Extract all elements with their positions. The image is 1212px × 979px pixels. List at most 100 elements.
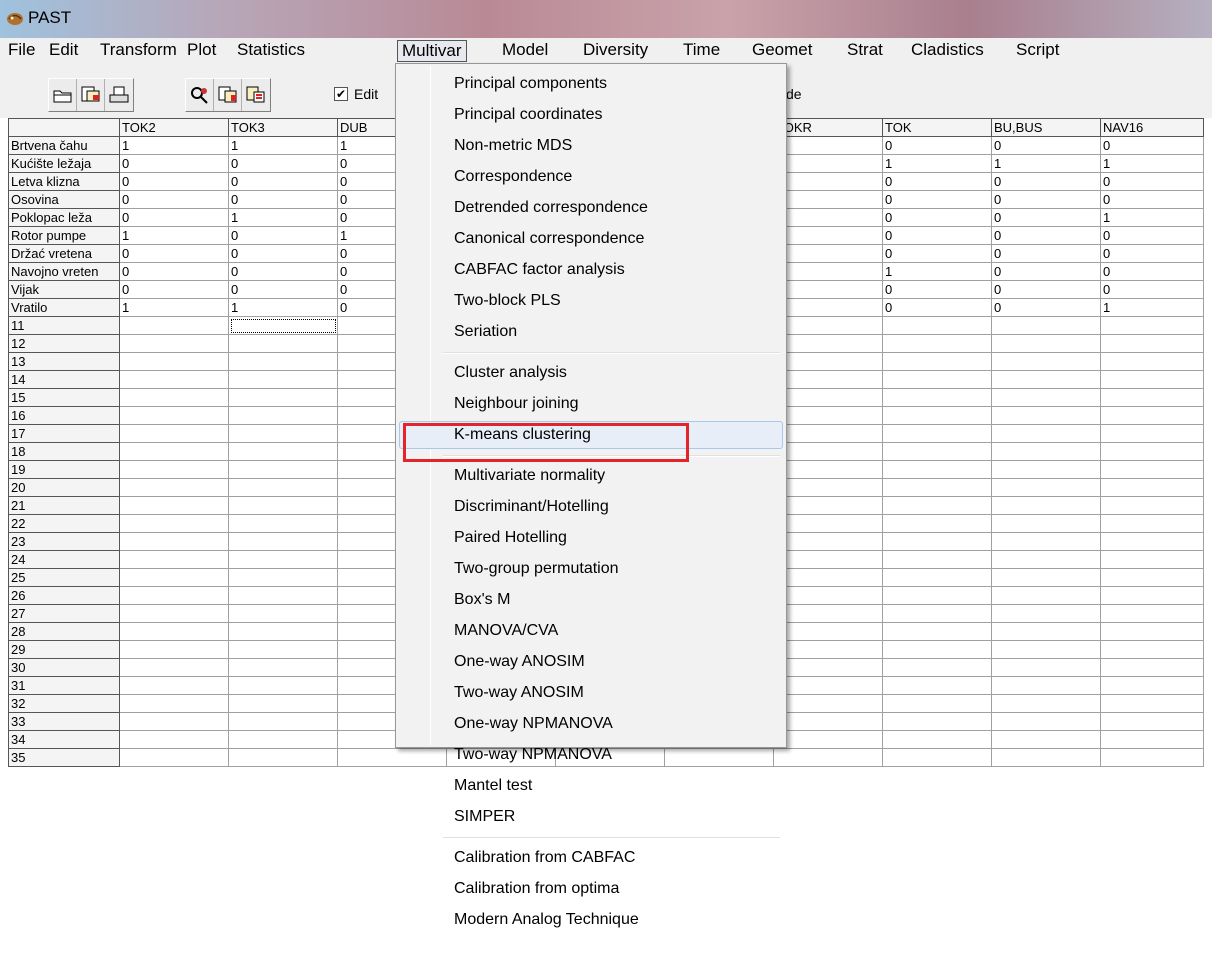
table-cell[interactable]: [991, 496, 1101, 515]
table-cell[interactable]: [228, 640, 338, 659]
table-cell[interactable]: [228, 748, 338, 767]
table-cell[interactable]: [773, 496, 883, 515]
menu-script[interactable]: Script: [1012, 40, 1063, 62]
row-header[interactable]: 29: [8, 640, 120, 659]
column-header[interactable]: TOKR: [773, 118, 883, 137]
menu-item-principal-coordinates[interactable]: Principal coordinates: [399, 101, 783, 129]
table-cell[interactable]: [119, 478, 229, 497]
row-header[interactable]: Letva klizna: [8, 172, 120, 191]
table-cell[interactable]: [882, 658, 992, 677]
row-header[interactable]: 17: [8, 424, 120, 443]
table-cell[interactable]: [1100, 352, 1204, 371]
table-cell[interactable]: 0: [119, 154, 229, 173]
table-cell[interactable]: [228, 568, 338, 587]
column-header[interactable]: NAV16: [1100, 118, 1204, 137]
menu-item-two-way-anosim[interactable]: Two-way ANOSIM: [399, 679, 783, 707]
table-cell[interactable]: [773, 694, 883, 713]
menu-item-two-group-permutation[interactable]: Two-group permutation: [399, 555, 783, 583]
table-cell[interactable]: [882, 352, 992, 371]
table-cell[interactable]: 1: [119, 298, 229, 317]
table-cell[interactable]: [1100, 568, 1204, 587]
table-cell[interactable]: [119, 442, 229, 461]
table-cell[interactable]: [773, 586, 883, 605]
table-cell[interactable]: [991, 370, 1101, 389]
table-cell[interactable]: [991, 694, 1101, 713]
table-cell[interactable]: [1100, 406, 1204, 425]
table-cell[interactable]: [228, 712, 338, 731]
table-cell[interactable]: 0: [991, 244, 1101, 263]
table-cell[interactable]: [882, 676, 992, 695]
table-cell[interactable]: [882, 460, 992, 479]
table-cell[interactable]: [882, 586, 992, 605]
table-cell[interactable]: [1100, 748, 1204, 767]
row-header[interactable]: 19: [8, 460, 120, 479]
table-cell[interactable]: [119, 622, 229, 641]
table-cell[interactable]: 0: [119, 262, 229, 281]
table-cell[interactable]: [1100, 334, 1204, 353]
table-cell[interactable]: [882, 334, 992, 353]
menu-item-two-way-npmanova[interactable]: Two-way NPMANOVA: [399, 741, 783, 769]
table-cell[interactable]: [773, 550, 883, 569]
table-cell[interactable]: 0: [119, 244, 229, 263]
menu-item-cluster-analysis[interactable]: Cluster analysis: [399, 359, 783, 387]
row-header[interactable]: 21: [8, 496, 120, 515]
table-cell[interactable]: 0: [1100, 280, 1204, 299]
table-cell[interactable]: [991, 712, 1101, 731]
table-cell[interactable]: [119, 352, 229, 371]
row-header[interactable]: 27: [8, 604, 120, 623]
table-cell[interactable]: [991, 406, 1101, 425]
row-header[interactable]: 22: [8, 514, 120, 533]
row-header[interactable]: 16: [8, 406, 120, 425]
table-cell[interactable]: [1100, 370, 1204, 389]
table-cell[interactable]: [773, 640, 883, 659]
table-cell[interactable]: 1: [991, 154, 1101, 173]
table-cell[interactable]: [1100, 478, 1204, 497]
table-cell[interactable]: [119, 568, 229, 587]
menu-multivar[interactable]: Multivar: [397, 40, 467, 62]
table-cell[interactable]: [773, 604, 883, 623]
table-cell[interactable]: [228, 514, 338, 533]
table-cell[interactable]: [882, 604, 992, 623]
table-cell[interactable]: [119, 334, 229, 353]
table-cell[interactable]: [991, 676, 1101, 695]
table-cell[interactable]: [228, 676, 338, 695]
table-cell[interactable]: [1100, 424, 1204, 443]
table-cell[interactable]: 1: [1100, 154, 1204, 173]
open-folder-icon[interactable]: [49, 79, 77, 111]
row-header[interactable]: 30: [8, 658, 120, 677]
menu-item-neighbour-joining[interactable]: Neighbour joining: [399, 390, 783, 418]
table-cell[interactable]: [228, 388, 338, 407]
table-cell[interactable]: [119, 370, 229, 389]
menu-item-correspondence[interactable]: Correspondence: [399, 163, 783, 191]
table-cell[interactable]: [228, 496, 338, 515]
table-cell[interactable]: [773, 316, 883, 335]
table-cell[interactable]: [773, 712, 883, 731]
table-cell[interactable]: [119, 424, 229, 443]
table-cell[interactable]: [1100, 730, 1204, 749]
table-cell[interactable]: 1: [119, 136, 229, 155]
table-cell[interactable]: [991, 622, 1101, 641]
menu-diversity[interactable]: Diversity: [579, 40, 652, 62]
table-cell[interactable]: [991, 334, 1101, 353]
table-cell[interactable]: [991, 514, 1101, 533]
table-cell[interactable]: [1100, 586, 1204, 605]
row-header[interactable]: 31: [8, 676, 120, 695]
row-header[interactable]: 26: [8, 586, 120, 605]
table-cell[interactable]: [991, 730, 1101, 749]
table-cell[interactable]: 0: [119, 208, 229, 227]
row-header[interactable]: Rotor pumpe: [8, 226, 120, 245]
table-cell[interactable]: 0: [228, 154, 338, 173]
table-cell[interactable]: 0: [773, 298, 883, 317]
table-cell[interactable]: [228, 658, 338, 677]
table-cell[interactable]: [991, 568, 1101, 587]
table-cell[interactable]: 0: [1100, 244, 1204, 263]
print-icon[interactable]: [105, 79, 133, 111]
row-header[interactable]: 23: [8, 532, 120, 551]
copy-icon[interactable]: [214, 79, 242, 111]
table-cell[interactable]: 0: [773, 262, 883, 281]
row-header[interactable]: 15: [8, 388, 120, 407]
table-cell[interactable]: [228, 622, 338, 641]
table-cell[interactable]: [228, 478, 338, 497]
table-cell[interactable]: 0: [991, 262, 1101, 281]
table-cell[interactable]: [991, 748, 1101, 767]
